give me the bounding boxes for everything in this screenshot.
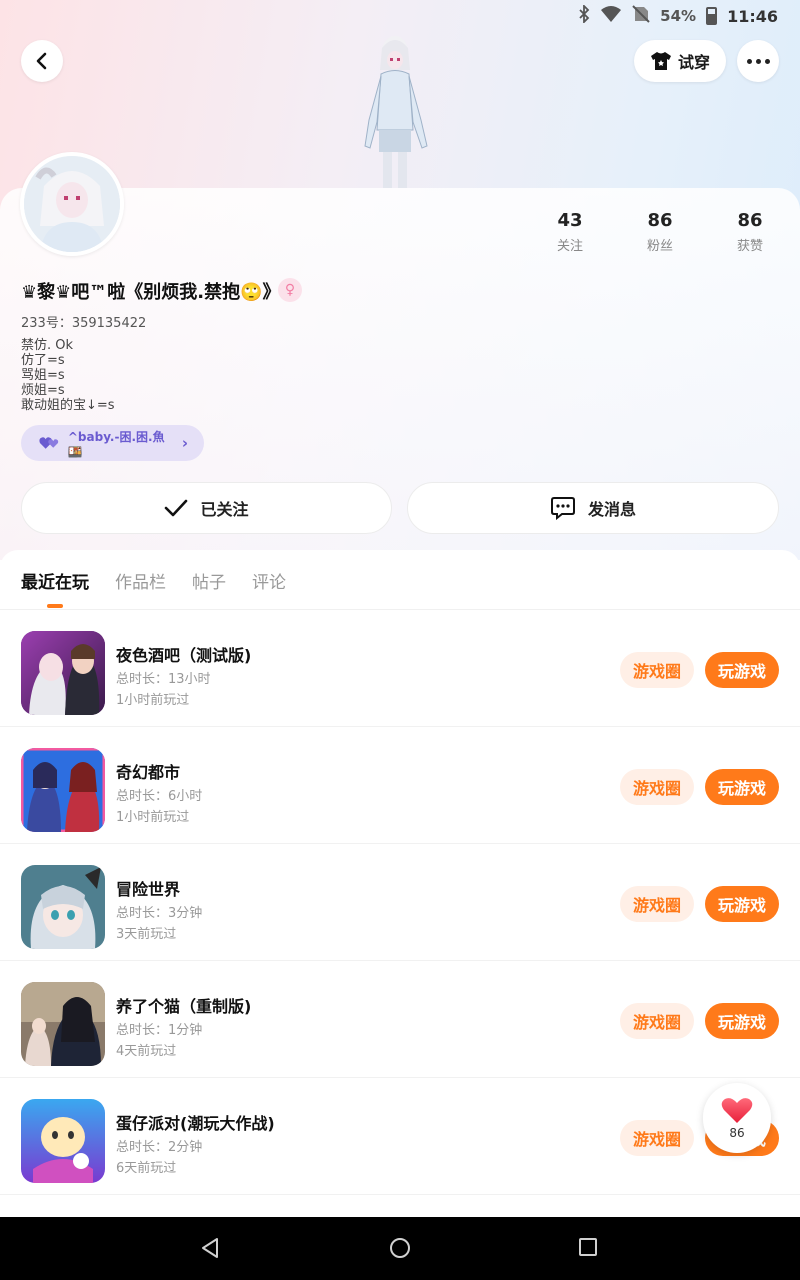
game-title: 奇幻都市 [116,763,181,782]
battery-icon [706,7,718,25]
more-button[interactable] [737,40,779,82]
game-title: 蛋仔派对(潮玩大作战) [116,1114,275,1133]
game-title: 冒险世界 [116,880,181,899]
bio: 禁仿. Ok 仿了=s 骂姐=s 烦姐=s 敢动姐的宝↓=s [21,338,115,413]
game-duration: 总时长：6小时 [116,789,203,804]
heart-icon [721,1098,753,1123]
game-last-played: 6天前玩过 [116,1161,177,1176]
stat-fans[interactable]: 86 粉丝 [630,210,690,254]
tab-works[interactable]: 作品栏 [115,568,166,593]
game-row[interactable]: 奇幻都市 总时长：6小时 1小时前玩过 游戏圈 玩游戏 [0,727,800,844]
game-icon-nightbar [21,631,105,715]
tab-comments[interactable]: 评论 [252,568,286,593]
fans-label: 粉丝 [646,239,673,254]
game-last-played: 3天前玩过 [116,927,177,942]
like-count: 86 [729,1126,745,1140]
game-row[interactable]: 蛋仔派对(潮玩大作战) 总时长：2分钟 6天前玩过 游戏圈 玩游戏 [0,1078,800,1195]
game-circle-button[interactable]: 游戏圈 [620,1120,694,1156]
stat-following[interactable]: 43 关注 [540,210,600,254]
game-last-played: 4天前玩过 [116,1044,177,1059]
message-button[interactable]: 发消息 [407,482,779,534]
likes-count: 86 [737,210,763,231]
tab-recently-played[interactable]: 最近在玩 [21,568,89,593]
back-button[interactable] [21,40,63,82]
chevron-right-icon: › [181,434,188,452]
home-circle-icon[interactable] [389,1237,411,1259]
bio-line: 烦姐=s [21,383,65,398]
battery-percent: 54% [660,7,697,25]
play-game-button[interactable]: 玩游戏 [705,769,779,805]
status-bar: 54% 11:46 [0,0,800,32]
nickname: ♛黎♛吧™啦《别烦我.禁抱🙄》 [21,282,281,303]
check-icon [165,499,188,517]
avatar[interactable] [20,152,124,256]
game-last-played: 1小时前玩过 [116,810,190,825]
game-circle-button[interactable]: 游戏圈 [620,652,694,688]
game-title: 养了个猫（重制版) [116,997,252,1016]
likes-label: 获赞 [736,239,763,254]
game-duration: 总时长：3分钟 [116,906,203,921]
active-tab-indicator [47,604,63,608]
like-floating-button[interactable]: 86 [703,1083,771,1153]
message-label: 发消息 [587,500,636,519]
game-row[interactable]: 冒险世界 总时长：3分钟 3天前玩过 游戏圈 玩游戏 [0,844,800,961]
following-count: 43 [557,210,583,231]
wifi-icon [600,5,622,27]
game-row[interactable]: 夜色酒吧（测试版) 总时长：13小时 1小时前玩过 游戏圈 玩游戏 [0,610,800,727]
follow-button[interactable]: 已关注 [21,482,392,534]
game-duration: 总时长：13小时 [116,672,211,687]
following-label: 关注 [556,239,583,254]
fan-tag-label: ^baby.-困.困.魚🍱 [67,429,165,459]
play-game-button[interactable]: 玩游戏 [705,886,779,922]
game-last-played: 1小时前玩过 [116,693,190,708]
tab-bar: 最近在玩 作品栏 帖子 评论 [0,550,800,610]
tab-posts[interactable]: 帖子 [192,568,226,593]
more-dot-icon [746,58,752,64]
bio-line: 骂姐=s [21,368,65,383]
game-icon-cat [21,982,105,1066]
back-triangle-icon[interactable] [199,1237,221,1259]
game-icon-eggy [21,1099,105,1183]
game-icon-fantasy-city [21,748,105,832]
hearts-icon [39,437,59,449]
try-on-button[interactable]: 试穿 [634,40,726,82]
game-icon-adventure [21,865,105,949]
game-circle-button[interactable]: 游戏圈 [620,1003,694,1039]
chat-bubble-icon [550,497,575,520]
clock: 11:46 [727,6,778,26]
bio-line: 禁仿. Ok [21,338,74,353]
bio-line: 仿了=s [21,353,65,368]
game-row[interactable]: 养了个猫（重制版) 总时长：1分钟 4天前玩过 游戏圈 玩游戏 [0,961,800,1078]
game-duration: 总时长：1分钟 [116,1023,203,1038]
play-game-button[interactable]: 玩游戏 [705,1003,779,1039]
no-sim-icon [632,5,650,27]
stat-likes[interactable]: 86 获赞 [720,210,780,254]
follow-label: 已关注 [200,500,249,519]
more-dot-icon [764,58,770,64]
gender-female-icon: ♀ [278,278,302,302]
game-title: 夜色酒吧（测试版) [116,646,252,665]
recents-square-icon[interactable] [578,1237,598,1257]
user-id[interactable]: 233号：359135422 [21,312,146,331]
avatar-3d-figure[interactable] [355,34,435,188]
game-circle-button[interactable]: 游戏圈 [620,769,694,805]
game-duration: 总时长：2分钟 [116,1140,203,1155]
tshirt-icon [650,52,671,70]
try-on-label: 试穿 [677,53,710,72]
bluetooth-icon [578,3,590,27]
more-dot-icon [755,58,761,64]
play-game-button[interactable]: 玩游戏 [705,652,779,688]
fans-count: 86 [647,210,673,231]
chevron-left-icon [36,52,47,70]
game-circle-button[interactable]: 游戏圈 [620,886,694,922]
system-navigation-bar [0,1217,800,1280]
bio-line: 敢动姐的宝↓=s [21,398,115,413]
fan-group-tag[interactable]: ^baby.-困.困.魚🍱 › [21,425,204,461]
